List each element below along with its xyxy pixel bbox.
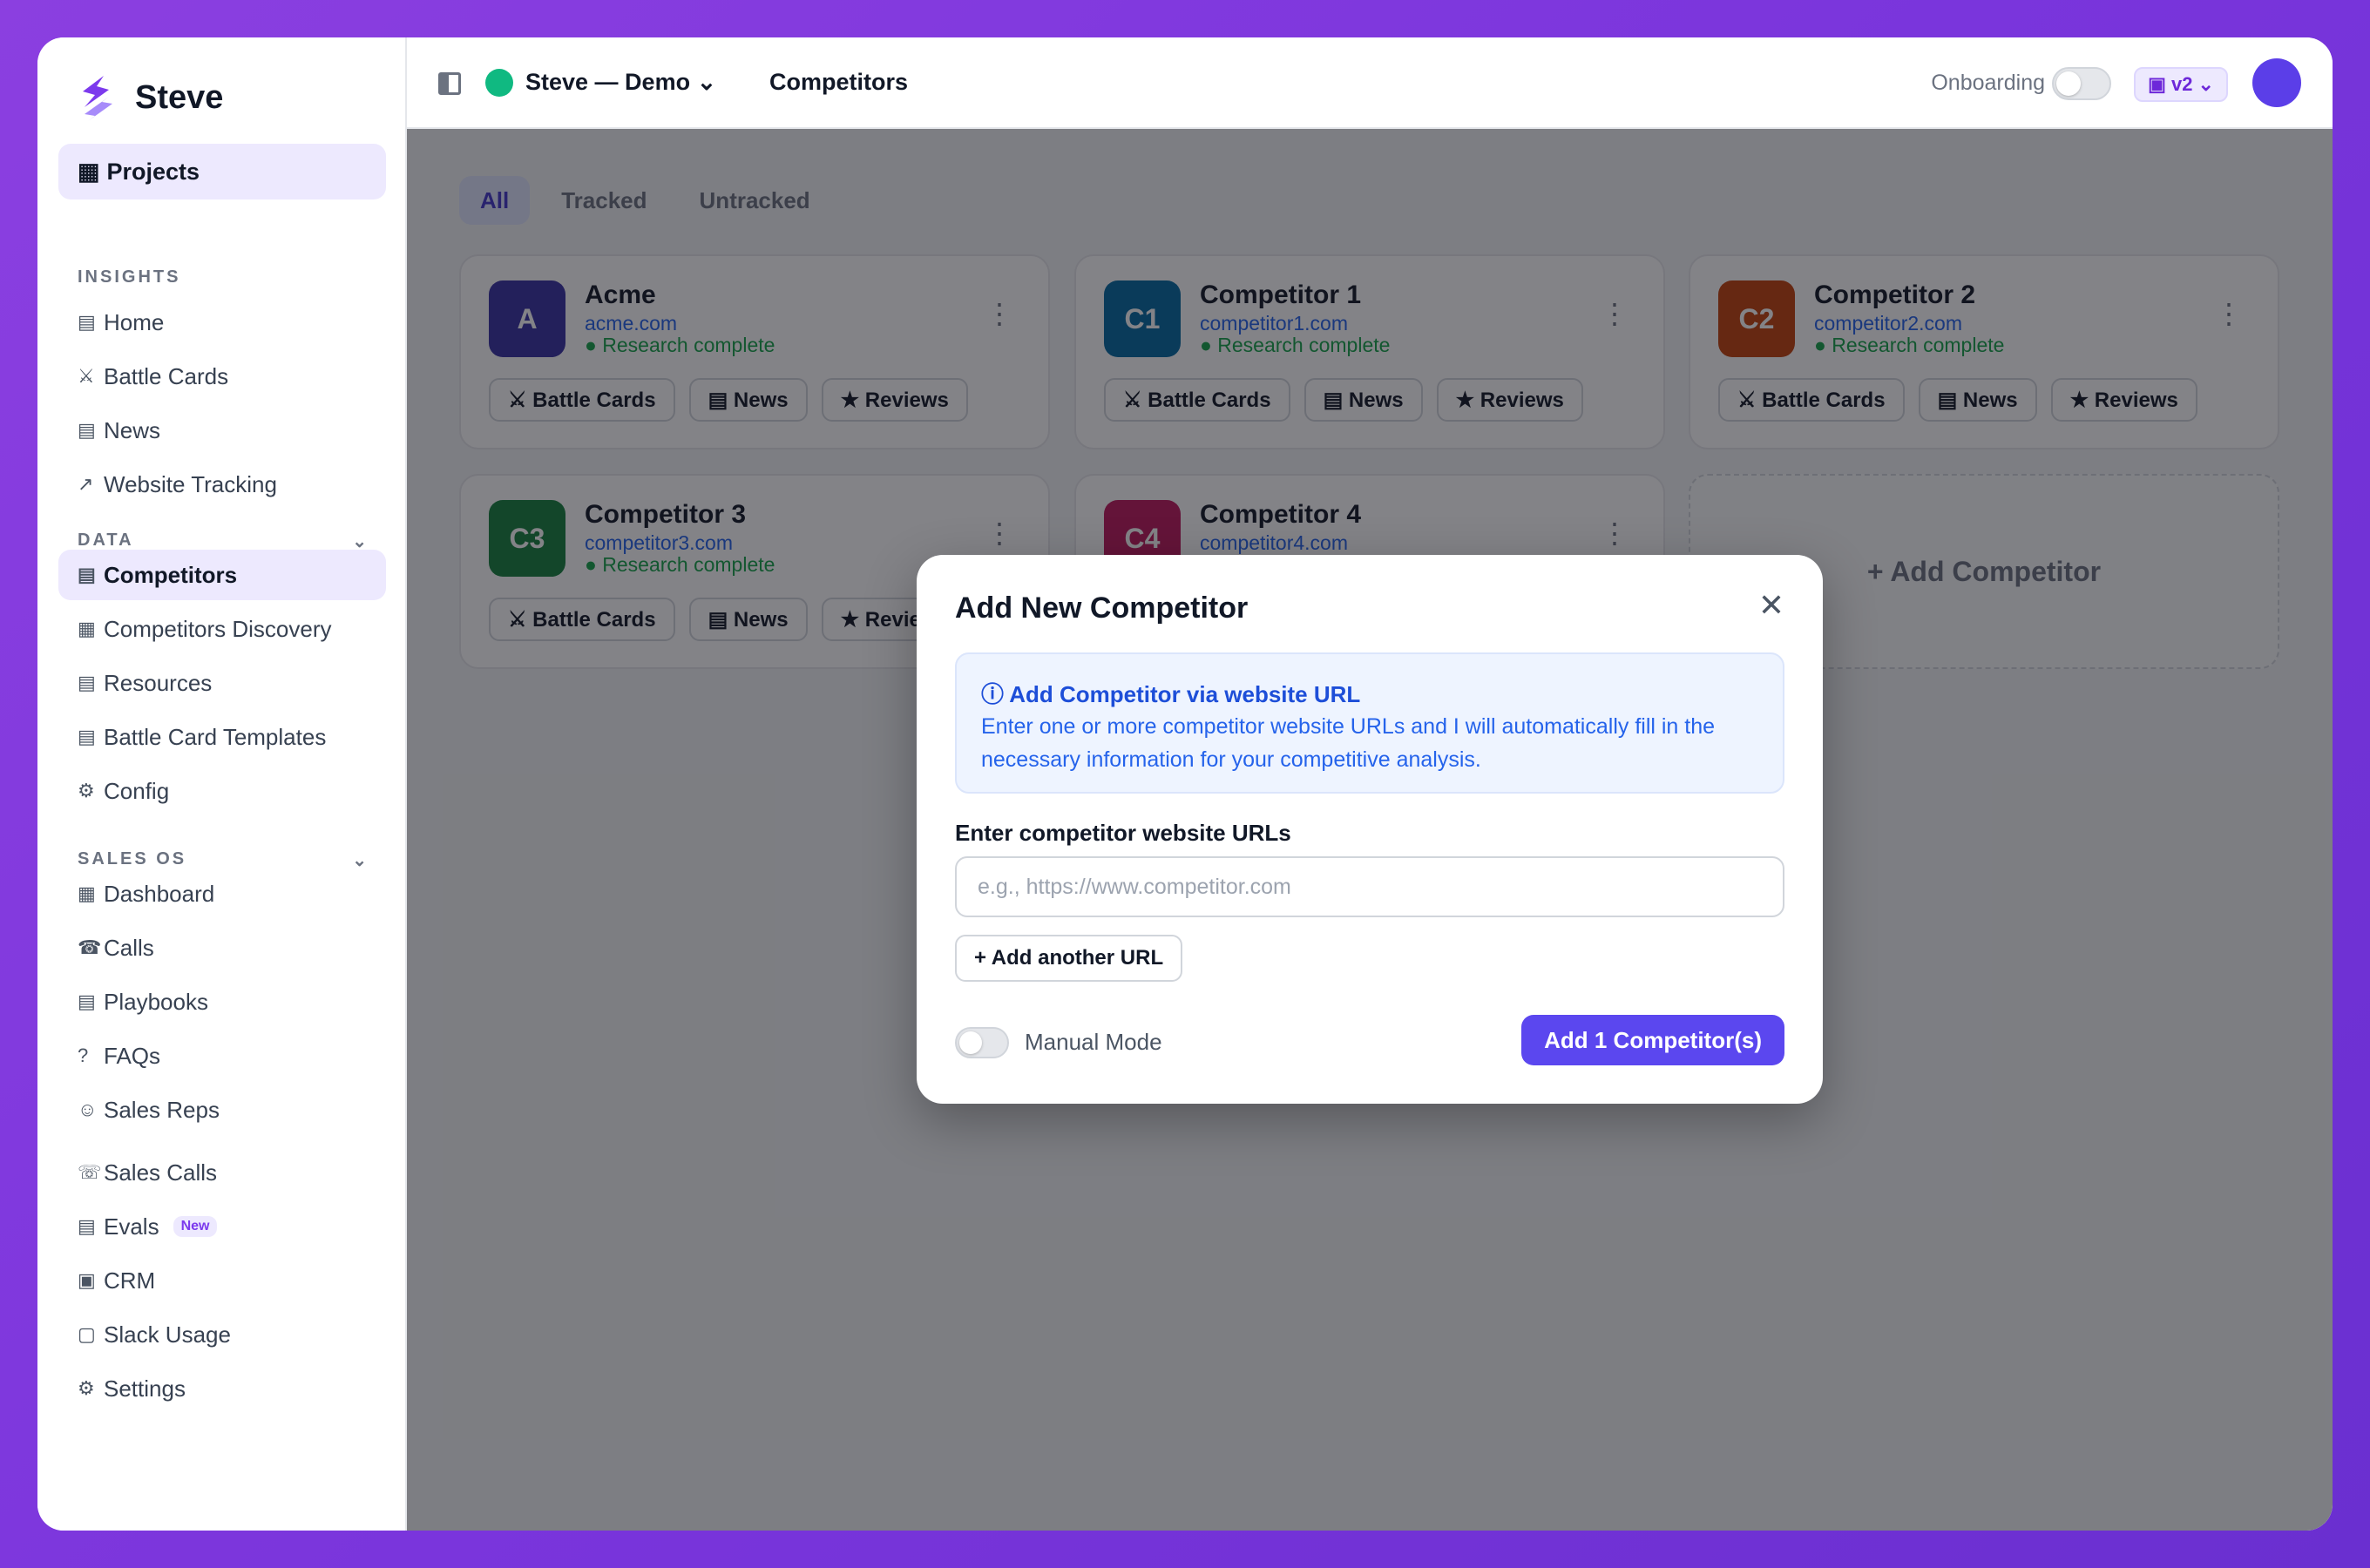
projects-grid-icon: ▦ bbox=[78, 158, 100, 185]
sidebar-item-news[interactable]: ▤ News bbox=[58, 405, 386, 456]
sidebar-item-dashboard[interactable]: ▦ Dashboard bbox=[58, 868, 386, 919]
sidebar-item-label: Battle Card Templates bbox=[104, 723, 327, 750]
sidebar-item-label: Resources bbox=[104, 669, 213, 696]
nav-icon: ☎ bbox=[78, 936, 102, 958]
nav-icon: ▤ bbox=[78, 726, 96, 747]
nav-icon: ⚔ bbox=[78, 365, 95, 387]
sidebar-item-label: Competitors Discovery bbox=[104, 615, 332, 642]
sidebar-item-competitors-discovery[interactable]: ▦ Competitors Discovery bbox=[58, 604, 386, 654]
sidebar-item-label: Competitors bbox=[104, 561, 238, 588]
sidebar-item-label: Config bbox=[104, 777, 170, 804]
sidebar-item-label: Sales Reps bbox=[104, 1096, 220, 1123]
url-label: Enter competitor website URLs bbox=[955, 820, 1291, 846]
sidebar-item-label: Playbooks bbox=[104, 988, 208, 1015]
sidebar-item-settings[interactable]: ⚙ Settings bbox=[58, 1363, 386, 1414]
nav-icon: ⚙ bbox=[78, 780, 95, 801]
sidebar-item-label: Slack Usage bbox=[104, 1321, 231, 1348]
sidebar-item-sales-reps[interactable]: ☺ Sales Reps bbox=[58, 1085, 386, 1135]
sidebar-item-config[interactable]: ⚙ Config bbox=[58, 766, 386, 816]
project-status-dot bbox=[485, 69, 513, 97]
avatar[interactable] bbox=[2252, 58, 2301, 107]
new-badge: New bbox=[173, 1216, 218, 1237]
sidebar-item-playbooks[interactable]: ▤ Playbooks bbox=[58, 977, 386, 1027]
sidebar-item-evals[interactable]: ▤ Evals New bbox=[58, 1201, 386, 1252]
brand[interactable]: Steve bbox=[78, 71, 223, 125]
onboarding-label: Onboarding bbox=[1931, 71, 2045, 95]
sidebar-item-faqs[interactable]: ? FAQs bbox=[58, 1031, 386, 1081]
nav-projects[interactable]: ▦ Projects bbox=[58, 144, 386, 199]
breadcrumb: Competitors bbox=[769, 69, 909, 95]
brand-name: Steve bbox=[135, 78, 224, 116]
sidebar-item-crm[interactable]: ▣ CRM bbox=[58, 1255, 386, 1306]
info-text: Enter one or more competitor website URL… bbox=[981, 714, 1716, 772]
sidebar-item-battle-card-templates[interactable]: ▤ Battle Card Templates bbox=[58, 712, 386, 762]
nav-icon: ☺ bbox=[78, 1098, 98, 1120]
nav-icon: ▤ bbox=[78, 1215, 96, 1237]
manual-mode-label: Manual Mode bbox=[1025, 1029, 1162, 1055]
sidebar-item-label: Website Tracking bbox=[104, 470, 277, 497]
sidebar-item-label: Battle Cards bbox=[104, 362, 229, 389]
nav-icon: ? bbox=[78, 1044, 89, 1066]
manual-mode-toggle[interactable] bbox=[955, 1027, 1009, 1058]
nav-icon: ▤ bbox=[78, 564, 96, 585]
nav-icon: ▣ bbox=[78, 1269, 96, 1291]
sidebar-item-slack-usage[interactable]: ▢ Slack Usage bbox=[58, 1309, 386, 1360]
info-box: ⓘ Add Competitor via website URL Enter o… bbox=[955, 652, 1784, 794]
steve-logo-icon bbox=[83, 76, 112, 121]
nav-icon: ▢ bbox=[78, 1323, 96, 1345]
sidebar-item-label: Home bbox=[104, 308, 165, 335]
nav-icon: ▤ bbox=[78, 990, 96, 1012]
sidebar-item-label: Dashboard bbox=[104, 880, 215, 907]
sidebar-item-website-tracking[interactable]: ↗ Website Tracking bbox=[58, 459, 386, 510]
sidebar-item-label: News bbox=[104, 416, 161, 443]
sidebar-item-sales-calls[interactable]: ☏ Sales Calls bbox=[58, 1147, 386, 1198]
nav-icon: ▤ bbox=[78, 672, 96, 693]
project-selector[interactable]: Steve — Demo ⌄ bbox=[525, 69, 716, 96]
sidebar-item-label: Sales Calls bbox=[104, 1159, 218, 1186]
sidebar-item-label: Evals bbox=[104, 1213, 159, 1240]
sidebar-item-label: Calls bbox=[104, 934, 154, 961]
url-input[interactable] bbox=[955, 856, 1784, 917]
sidebar-item-battle-cards[interactable]: ⚔ Battle Cards bbox=[58, 351, 386, 402]
nav-icon: ↗ bbox=[78, 473, 94, 495]
close-icon[interactable]: ✕ bbox=[1758, 590, 1784, 621]
topbar: Steve — Demo ⌄ Competitors Onboarding ▣ … bbox=[407, 37, 2333, 129]
sidebar: Steve ▦ Projects INSIGHTS ▤ Home ⚔ Battle C… bbox=[37, 37, 407, 1531]
sidebar-item-home[interactable]: ▤ Home bbox=[58, 297, 386, 348]
add-competitors-button[interactable]: Add 1 Competitor(s) bbox=[1521, 1015, 1784, 1065]
version-selector[interactable]: ▣ v2 ⌄ bbox=[2134, 67, 2228, 102]
add-competitor-modal: Add New Competitor ✕ ⓘ Add Competitor vi… bbox=[917, 555, 1823, 1104]
sidebar-item-label: CRM bbox=[104, 1267, 156, 1294]
nav-icon: ▤ bbox=[78, 419, 96, 441]
sidebar-item-competitors[interactable]: ▤ Competitors bbox=[58, 550, 386, 600]
sidebar-item-resources[interactable]: ▤ Resources bbox=[58, 658, 386, 708]
info-title: ⓘ Add Competitor via website URL bbox=[981, 681, 1361, 707]
nav-icon: ☏ bbox=[78, 1161, 102, 1183]
sidebar-toggle-icon[interactable] bbox=[438, 72, 461, 95]
nav-icon: ▦ bbox=[78, 618, 96, 639]
section-insights: INSIGHTS bbox=[78, 267, 181, 287]
nav-projects-label: Projects bbox=[106, 158, 200, 185]
modal-title: Add New Competitor bbox=[955, 591, 1249, 625]
sidebar-item-label: Settings bbox=[104, 1375, 186, 1402]
nav-icon: ⚙ bbox=[78, 1377, 95, 1399]
nav-icon: ▤ bbox=[78, 311, 96, 333]
sidebar-item-label: FAQs bbox=[104, 1042, 161, 1069]
sidebar-item-calls[interactable]: ☎ Calls bbox=[58, 923, 386, 973]
nav-icon: ▦ bbox=[78, 882, 96, 904]
add-another-url-button[interactable]: + Add another URL bbox=[955, 935, 1183, 982]
onboarding-toggle[interactable] bbox=[2052, 67, 2111, 100]
